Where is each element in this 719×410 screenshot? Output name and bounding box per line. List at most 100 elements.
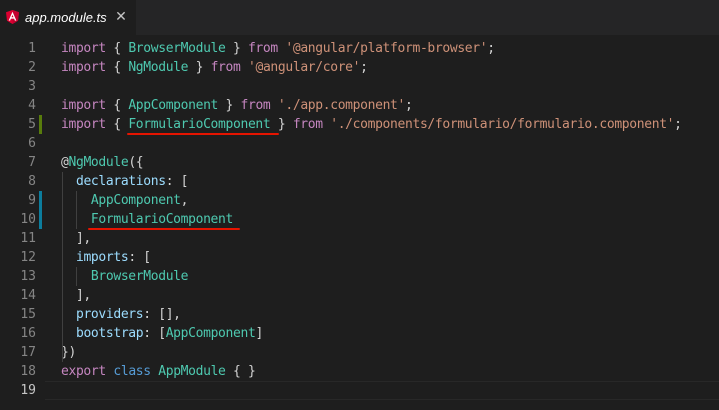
code-token: ;	[674, 117, 682, 132]
code-token: providers	[75, 307, 144, 322]
gutter-change-marker	[39, 191, 42, 210]
code-token: FormularioComponent	[90, 212, 233, 227]
line-number: 5	[28, 117, 36, 132]
code-text: AppComponent,	[61, 191, 189, 210]
code-token: ({	[128, 155, 144, 170]
code-token: NgModule	[128, 60, 189, 75]
code-text: import { FormularioComponent } from './c…	[61, 115, 682, 134]
code-line: 6	[0, 134, 719, 153]
code-line: 2 import { NgModule } from '@angular/core…	[0, 58, 719, 77]
indent-guide	[76, 267, 77, 286]
gutter-change-marker	[39, 115, 42, 134]
line-number: 1	[28, 41, 36, 56]
line-number: 10	[20, 212, 36, 227]
code-line: 8 declarations: [	[0, 172, 719, 191]
code-text: declarations: [	[61, 172, 189, 191]
gutter-change-marker	[39, 210, 42, 229]
code-token: from	[240, 98, 271, 113]
code-line: 17})	[0, 343, 719, 362]
code-token: FormularioComponent	[128, 117, 271, 132]
red-underline-annotation	[127, 133, 279, 135]
red-underline-annotation	[88, 228, 240, 230]
line-number: 15	[20, 307, 36, 322]
code-token: from	[247, 41, 278, 56]
code-token: ;	[487, 41, 495, 56]
line-number: 14	[20, 288, 36, 303]
code-text: ],	[61, 229, 91, 248]
code-text: import { AppComponent } from './app.comp…	[61, 96, 413, 115]
code-text: @NgModule({	[61, 153, 144, 172]
angular-icon	[6, 10, 19, 24]
code-token: declarations	[75, 174, 166, 189]
code-line: 9 AppComponent,	[0, 191, 719, 210]
code-text: BrowserModule	[61, 267, 189, 286]
code-text: ],	[61, 286, 91, 305]
code-line: 18 export class AppModule { }	[0, 362, 719, 381]
code-token: ],	[61, 231, 91, 246]
code-line: 14 ],	[0, 286, 719, 305]
code-token: }	[188, 60, 211, 75]
line-number: 2	[28, 60, 36, 75]
code-token: './components/formulario/formulario.comp…	[330, 117, 675, 132]
indent-guide	[62, 172, 63, 362]
close-icon[interactable]: ✕	[113, 9, 129, 25]
code-text: import { NgModule } from '@angular/core'…	[61, 58, 368, 77]
line-number: 9	[28, 193, 36, 208]
code-text: FormularioComponent	[61, 210, 233, 229]
code-token: '@angular/core'	[247, 60, 361, 75]
tab-app-module[interactable]: app.module.ts ✕	[0, 0, 136, 35]
code-token: '@angular/platform-browser'	[285, 41, 488, 56]
code-token: {	[105, 117, 129, 132]
code-token: ]	[255, 326, 263, 341]
code-token: bootstrap	[75, 326, 144, 341]
code-text: import { BrowserModule } from '@angular/…	[61, 39, 495, 58]
code-text: export class AppModule { }	[61, 362, 256, 381]
code-token: AppComponent	[165, 326, 256, 341]
code-text: imports: [	[61, 248, 151, 267]
code-token: imports	[75, 250, 129, 265]
code-token: AppModule	[158, 364, 226, 379]
code-token: import	[61, 98, 106, 113]
tab-bar: app.module.ts ✕	[0, 0, 719, 35]
code-editor[interactable]: 1 import { BrowserModule } from '@angular…	[0, 35, 719, 410]
code-token: : [],	[143, 307, 181, 322]
code-line: 1 import { BrowserModule } from '@angular…	[0, 39, 719, 58]
line-number: 13	[20, 269, 36, 284]
tab-title: app.module.ts	[25, 10, 107, 25]
line-number: 4	[28, 98, 36, 113]
code-token: ;	[360, 60, 368, 75]
code-token: import	[61, 117, 106, 132]
code-token: import	[61, 41, 106, 56]
line-number: 8	[28, 174, 36, 189]
code-token: AppComponent	[90, 193, 181, 208]
code-token: import	[61, 60, 106, 75]
code-text: providers: [],	[61, 305, 181, 324]
code-token: ],	[61, 288, 91, 303]
code-line: 15 providers: [],	[0, 305, 719, 324]
code-token: ;	[405, 98, 413, 113]
code-token: ,	[180, 193, 189, 208]
code-token: from	[292, 117, 323, 132]
code-token: {	[105, 41, 129, 56]
code-token: NgModule	[68, 155, 129, 170]
indent-guide	[76, 191, 77, 229]
code-token: : [	[165, 174, 189, 189]
code-token: BrowserModule	[128, 41, 226, 56]
code-token: }	[225, 41, 248, 56]
code-line: 3	[0, 77, 719, 96]
current-line-highlight	[45, 381, 719, 400]
line-number: 6	[28, 136, 36, 151]
code-token: })	[61, 345, 76, 360]
code-text: })	[61, 343, 76, 362]
code-text: bootstrap: [AppComponent]	[61, 324, 263, 343]
code-line: 4 import { AppComponent } from './app.com…	[0, 96, 719, 115]
code-line: 7 @NgModule({	[0, 153, 719, 172]
code-token: AppComponent	[128, 98, 219, 113]
code-token: {	[105, 98, 129, 113]
code-token: './app.component'	[277, 98, 405, 113]
